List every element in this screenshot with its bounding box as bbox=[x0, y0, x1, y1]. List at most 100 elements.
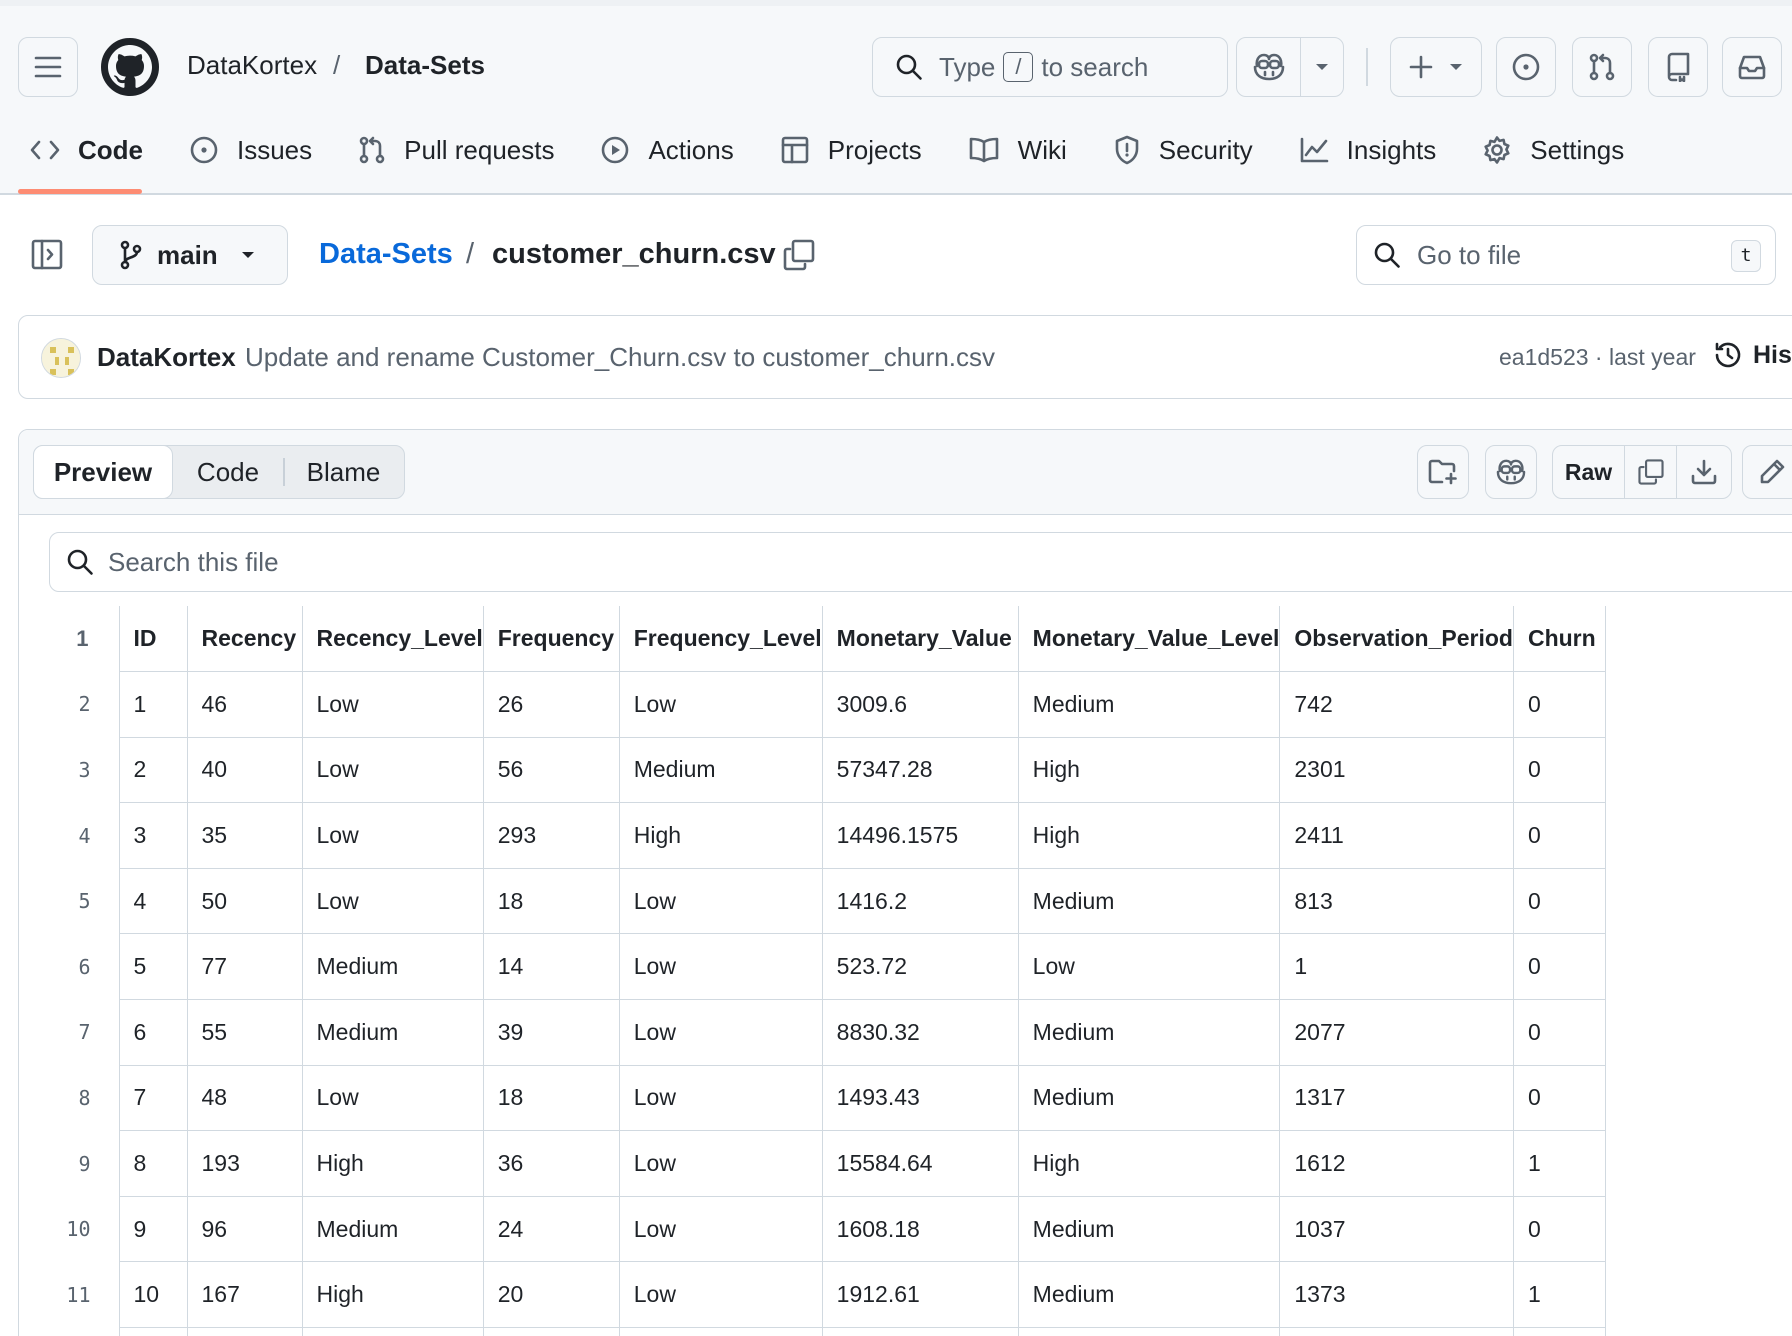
repositories-button[interactable] bbox=[1648, 37, 1708, 97]
line-number[interactable]: 9 bbox=[19, 1131, 119, 1197]
go-to-file-input[interactable]: Go to file t bbox=[1356, 225, 1776, 285]
copy-path-icon[interactable] bbox=[782, 238, 816, 272]
table-cell bbox=[482, 1327, 620, 1336]
line-number[interactable]: 4 bbox=[19, 803, 119, 869]
line-number[interactable]: 2 bbox=[19, 672, 119, 738]
download-raw-button[interactable] bbox=[1677, 446, 1731, 498]
code-view-tab[interactable]: Code bbox=[173, 446, 283, 498]
table-cell: 1416.2 bbox=[821, 868, 1019, 935]
ask-copilot-button[interactable] bbox=[1485, 445, 1537, 499]
global-search-input[interactable]: Type / to search bbox=[872, 37, 1228, 97]
blame-tab[interactable]: Blame bbox=[285, 446, 403, 498]
add-to-copilot-button[interactable] bbox=[1417, 445, 1469, 499]
table-row: 9 8 193 High 36 Low 15584.64 High 1612 1 bbox=[19, 1130, 1606, 1197]
tab-actions[interactable]: Actions bbox=[600, 135, 734, 166]
file-directory-plus-icon bbox=[1428, 458, 1458, 486]
github-logo-icon[interactable] bbox=[100, 37, 160, 97]
table-cell: High bbox=[1017, 737, 1280, 804]
table-icon bbox=[780, 135, 828, 165]
your-issues-button[interactable] bbox=[1496, 37, 1556, 97]
search-this-file-input[interactable]: Search this file bbox=[49, 532, 1792, 592]
tab-projects[interactable]: Projects bbox=[780, 135, 922, 166]
line-number[interactable]: 6 bbox=[19, 934, 119, 1000]
table-header-row: 1 ID Recency Recency_Level Frequency Fre… bbox=[19, 606, 1606, 673]
line-number[interactable]: 5 bbox=[19, 868, 119, 934]
table-cell: 5 bbox=[118, 933, 187, 1001]
line-number[interactable]: 10 bbox=[19, 1196, 119, 1262]
line-number[interactable]: 8 bbox=[19, 1065, 119, 1131]
table-cell: 1 bbox=[1512, 1261, 1606, 1329]
tab-code[interactable]: Code bbox=[30, 135, 143, 166]
table-row: 7 6 55 Medium 39 Low 8830.32 Medium 2077 0 bbox=[19, 999, 1606, 1066]
line-number[interactable]: 3 bbox=[19, 737, 119, 803]
table-cell: 1 bbox=[1512, 1130, 1606, 1197]
table-cell: Low bbox=[618, 1196, 823, 1263]
table-cell: 36 bbox=[482, 1130, 620, 1197]
repo-link[interactable]: Data-Sets bbox=[365, 50, 485, 81]
edit-file-button[interactable] bbox=[1742, 445, 1792, 499]
table-cell: 50 bbox=[186, 868, 302, 935]
copilot-button[interactable] bbox=[1237, 38, 1301, 96]
table-cell: 55 bbox=[186, 999, 302, 1066]
owner-link[interactable]: DataKortex bbox=[187, 50, 317, 81]
table-cell: 2411 bbox=[1279, 802, 1514, 869]
table-cell: High bbox=[1017, 802, 1280, 869]
gear-icon bbox=[1482, 135, 1530, 165]
table-cell: 15584.64 bbox=[821, 1130, 1019, 1197]
line-number[interactable]: 11 bbox=[19, 1262, 119, 1328]
history-label: Hist bbox=[1753, 340, 1792, 369]
triangle-down-icon bbox=[240, 250, 256, 260]
inbox-button[interactable] bbox=[1722, 37, 1782, 97]
line-number[interactable]: 12 bbox=[19, 1328, 119, 1336]
table-cell: 167 bbox=[186, 1261, 302, 1329]
tab-insights[interactable]: Insights bbox=[1299, 135, 1436, 166]
raw-button[interactable]: Raw bbox=[1553, 446, 1625, 498]
table-cell: 1912.61 bbox=[821, 1261, 1019, 1329]
commit-message-link[interactable]: Update and rename Customer_Churn.csv to … bbox=[245, 342, 995, 373]
branch-selector[interactable]: main bbox=[92, 225, 288, 285]
table-cell: 0 bbox=[1512, 671, 1606, 738]
table-cell bbox=[618, 1327, 823, 1336]
table-cell: 3 bbox=[118, 802, 187, 869]
sidebar-expand-icon[interactable] bbox=[30, 237, 66, 273]
tab-security[interactable]: Security bbox=[1113, 135, 1253, 166]
preview-tab[interactable]: Preview bbox=[33, 445, 173, 499]
commit-author-link[interactable]: DataKortex bbox=[97, 342, 236, 373]
table-cell: 193 bbox=[186, 1130, 302, 1197]
table-cell: 0 bbox=[1512, 1196, 1606, 1263]
commit-hash-date[interactable]: ea1d523 · last year bbox=[1499, 344, 1696, 371]
line-number[interactable]: 1 bbox=[19, 606, 119, 672]
search-hint-suffix: to search bbox=[1041, 51, 1149, 82]
csv-table: 1 ID Recency Recency_Level Frequency Fre… bbox=[19, 606, 1606, 1336]
table-cell: High bbox=[1017, 1130, 1280, 1197]
table-cell: Medium bbox=[301, 999, 484, 1066]
repo-header: DataKortex / Data-Sets Type / to search bbox=[0, 0, 1792, 195]
download-icon bbox=[1690, 458, 1718, 486]
tab-label: Code bbox=[78, 134, 143, 165]
table-cell: 8 bbox=[118, 1130, 187, 1197]
breadcrumb-separator: / bbox=[466, 238, 475, 270]
tab-settings[interactable]: Settings bbox=[1482, 135, 1624, 166]
tab-wiki[interactable]: Wiki bbox=[968, 135, 1067, 166]
table-cell: 57347.28 bbox=[821, 737, 1019, 804]
table-cell: 14496.1575 bbox=[821, 802, 1019, 869]
breadcrumb-repo-link[interactable]: Data-Sets bbox=[319, 238, 453, 271]
menu-button[interactable] bbox=[18, 37, 78, 97]
table-cell: Low bbox=[618, 1130, 823, 1197]
table-cell: 1 bbox=[118, 671, 187, 738]
table-cell: 18 bbox=[482, 1065, 620, 1132]
tab-pull-requests[interactable]: Pull requests bbox=[358, 135, 554, 166]
latest-commit-bar: DataKortex Update and rename Customer_Ch… bbox=[18, 315, 1792, 399]
your-pull-requests-button[interactable] bbox=[1572, 37, 1632, 97]
tab-issues[interactable]: Issues bbox=[189, 135, 312, 166]
copilot-dropdown-button[interactable] bbox=[1301, 38, 1343, 96]
line-number[interactable]: 7 bbox=[19, 1000, 119, 1066]
table-cell: Medium bbox=[301, 1196, 484, 1263]
tab-label: Issues bbox=[237, 134, 313, 165]
avatar[interactable] bbox=[41, 338, 81, 378]
table-cell: 2 bbox=[118, 737, 187, 804]
create-new-button[interactable] bbox=[1390, 37, 1482, 97]
copy-raw-button[interactable] bbox=[1625, 446, 1677, 498]
history-button[interactable]: Hist bbox=[1713, 340, 1792, 370]
code-icon bbox=[30, 138, 78, 162]
